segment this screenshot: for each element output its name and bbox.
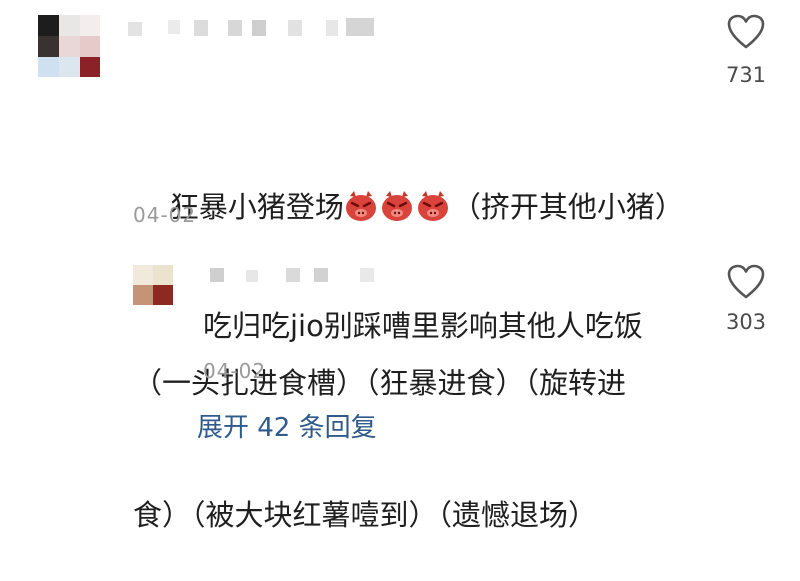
angry-pig-emoji bbox=[345, 191, 376, 221]
avatar-comment-1[interactable] bbox=[38, 15, 100, 77]
comment-text-2: 吃归吃jio别踩嘈里影响其他人吃饭 bbox=[203, 309, 643, 343]
comment-1-line-1: 狂暴小猪登场 （挤开其他小猪） bbox=[169, 190, 684, 224]
angry-pig-emoji bbox=[417, 191, 448, 221]
comment-date-2: 04-02 bbox=[203, 359, 267, 383]
username-comment-1[interactable] bbox=[128, 18, 388, 38]
heart-icon[interactable] bbox=[727, 14, 765, 50]
angry-pig-emoji bbox=[381, 191, 412, 221]
heart-icon[interactable] bbox=[727, 264, 765, 300]
like-count-2: 303 bbox=[725, 310, 767, 334]
like-count-1: 731 bbox=[725, 63, 767, 87]
expand-replies-link[interactable]: 展开 42 条回复 bbox=[197, 407, 377, 444]
avatar-comment-2[interactable] bbox=[133, 265, 173, 305]
emoji-group bbox=[344, 190, 452, 224]
comment-date-1: 04-02 bbox=[133, 203, 197, 227]
username-comment-2[interactable] bbox=[210, 266, 390, 284]
comment-1-line-3: 食）（被大块红薯噎到）（遗憾退场） bbox=[133, 498, 598, 532]
